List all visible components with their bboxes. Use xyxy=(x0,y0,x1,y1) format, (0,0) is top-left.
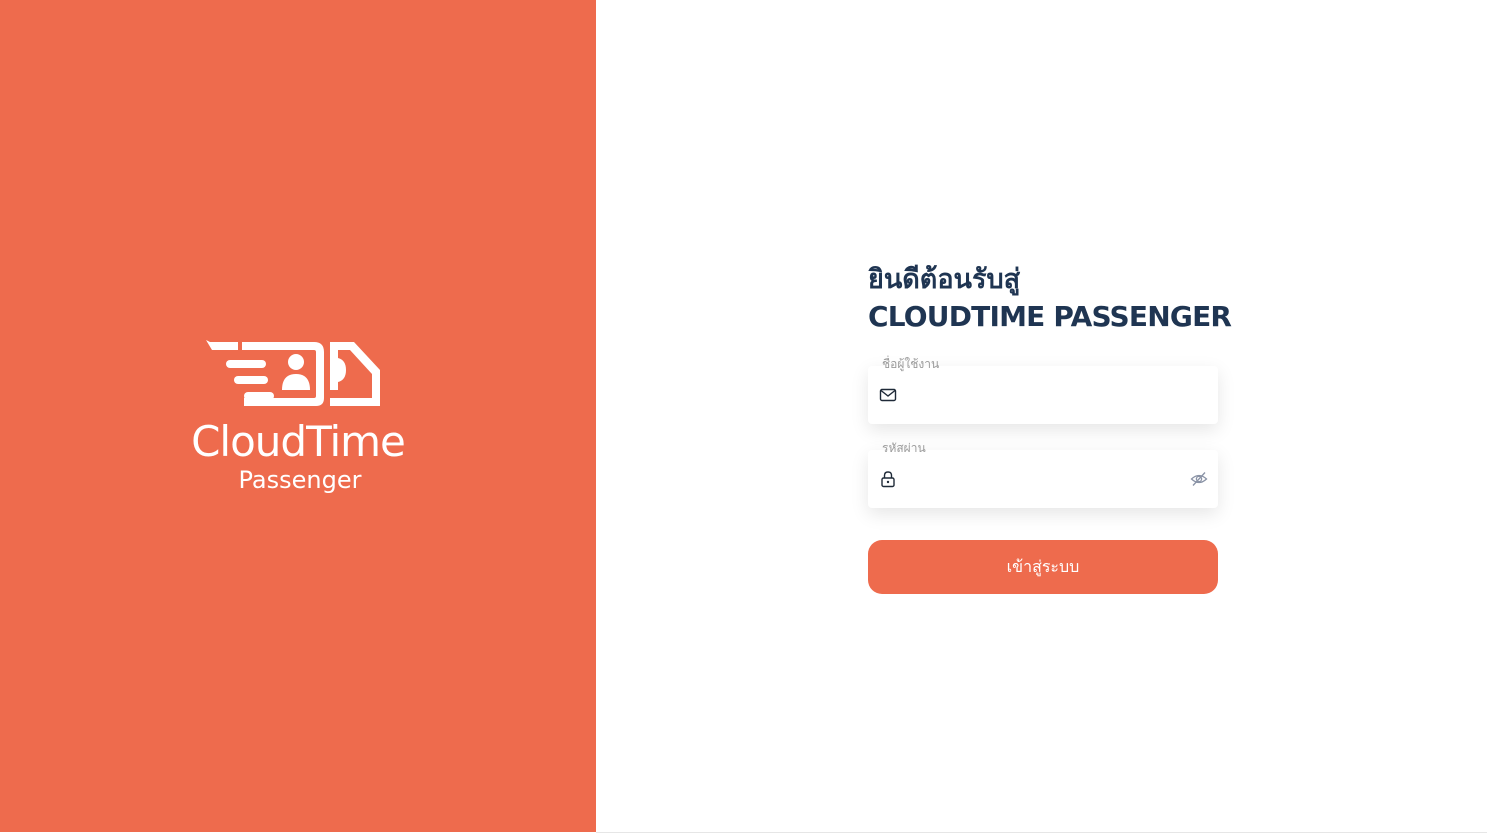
welcome-heading: ยินดีต้อนรับสู่ xyxy=(868,264,1021,295)
brand-logo: CloudTime Passenger xyxy=(180,336,416,500)
password-field: รหัสผ่าน xyxy=(868,441,1218,508)
password-box xyxy=(868,450,1218,508)
username-box xyxy=(868,366,1218,424)
lock-icon xyxy=(881,471,895,488)
login-page: CloudTime Passenger ยินดีต้อนรับสู่ CLOU… xyxy=(0,0,1487,833)
id-card-speed-icon xyxy=(206,340,380,406)
app-title: CLOUDTIME PASSENGER xyxy=(868,300,1232,333)
brand-subtitle: Passenger xyxy=(238,466,362,494)
mail-icon xyxy=(879,388,897,402)
brand-name: CloudTime xyxy=(191,417,406,466)
username-field: ชื่อผู้ใช้งาน xyxy=(868,357,1218,424)
password-input[interactable] xyxy=(906,450,1186,508)
username-label: ชื่อผู้ใช้งาน xyxy=(882,357,940,371)
username-input[interactable] xyxy=(906,366,1186,424)
login-form: ยินดีต้อนรับสู่ CLOUDTIME PASSENGER ชื่อ… xyxy=(868,262,1232,594)
brand-panel: CloudTime Passenger xyxy=(0,0,596,832)
password-label: รหัสผ่าน xyxy=(882,441,926,455)
eye-off-icon[interactable] xyxy=(1190,470,1208,488)
login-button[interactable]: เข้าสู่ระบบ xyxy=(868,540,1218,594)
